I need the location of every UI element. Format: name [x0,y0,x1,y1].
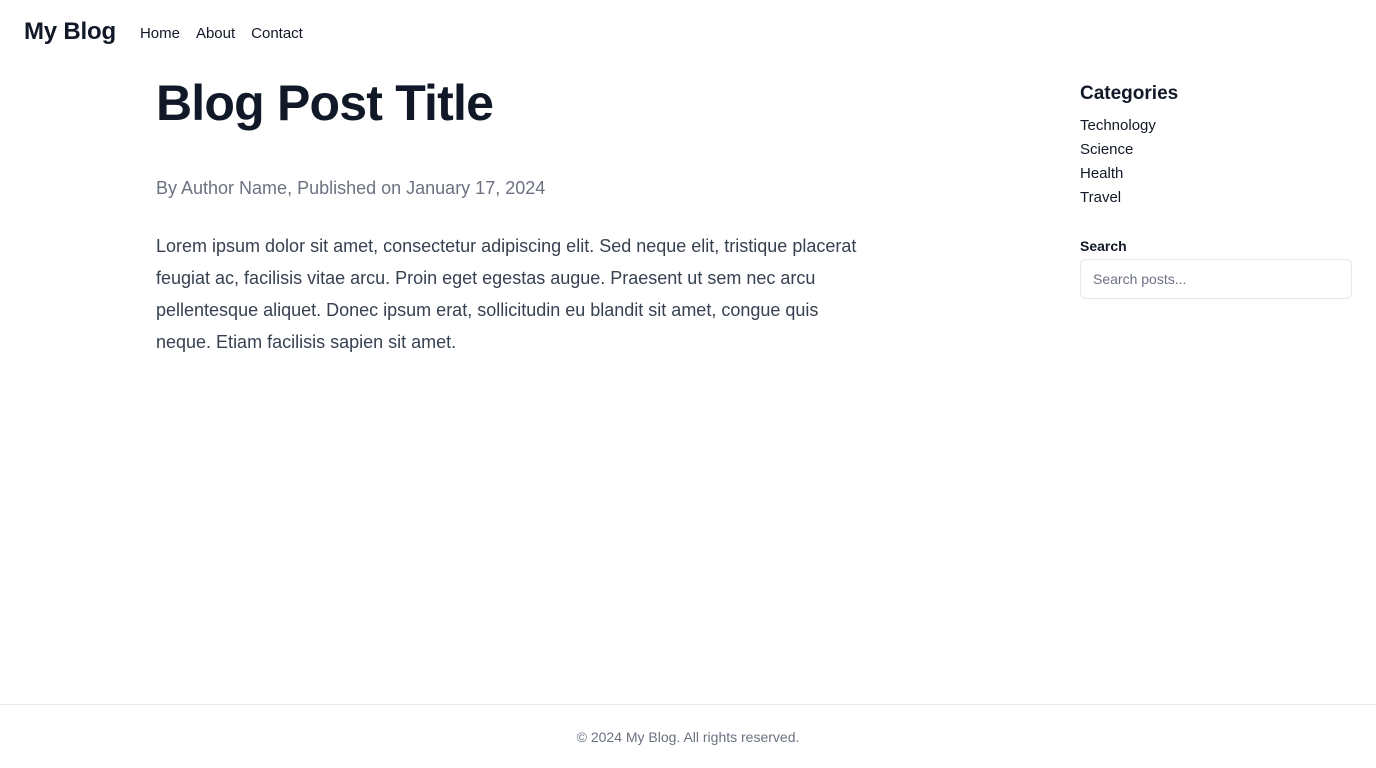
blog-post: Blog Post Title By Author Name, Publishe… [156,72,866,358]
site-footer: © 2024 My Blog. All rights reserved. [0,704,1376,768]
search-input[interactable] [1080,259,1352,299]
search-label: Search [1080,238,1127,254]
post-title: Blog Post Title [156,75,494,131]
copyright-text: © 2024 My Blog. All rights reserved. [576,728,800,745]
post-meta: By Author Name, Published on January 17,… [156,178,546,198]
nav-link-contact[interactable]: Contact [251,23,303,42]
category-link-health[interactable]: Health [1080,165,1123,182]
nav-link-home[interactable]: Home [140,23,180,42]
post-body: Lorem ipsum dolor sit amet, consectetur … [156,236,857,352]
categories-heading: Categories [1080,83,1179,104]
category-link-science[interactable]: Science [1080,141,1133,158]
category-item: Travel [1080,186,1352,210]
category-list: Technology Science Health Travel [1080,114,1352,210]
page: My Blog Home About Contact Blog Post Tit… [0,0,1376,768]
sidebar: Categories Technology Science Health Tra… [1080,82,1352,299]
nav-link-about[interactable]: About [196,23,235,42]
category-item: Technology [1080,114,1352,138]
category-item: Science [1080,138,1352,162]
category-link-travel[interactable]: Travel [1080,189,1121,206]
category-item: Health [1080,162,1352,186]
main-nav: Home About Contact [140,23,303,42]
category-link-technology[interactable]: Technology [1080,117,1156,134]
site-brand-link[interactable]: My Blog [24,18,116,46]
site-header: My Blog Home About Contact [24,14,303,50]
